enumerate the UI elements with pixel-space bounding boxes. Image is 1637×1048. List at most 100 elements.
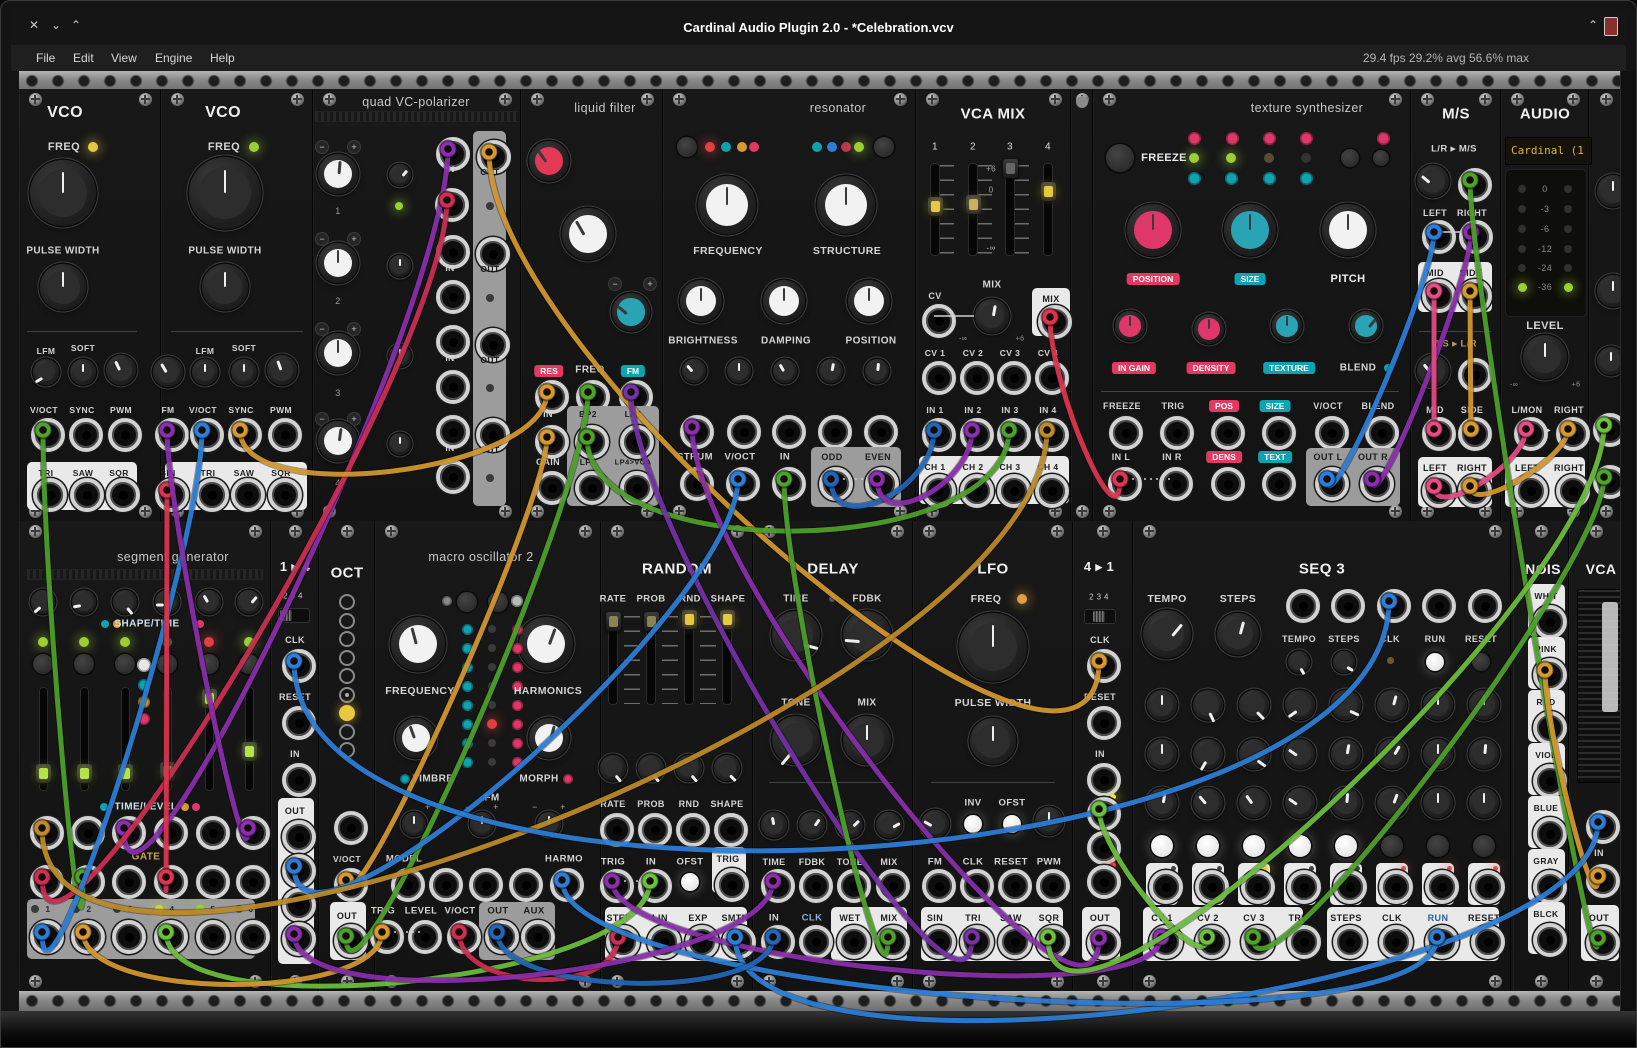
vca-cv-jack[interactable] xyxy=(1586,810,1620,844)
seq3-step-button-3[interactable] xyxy=(1243,835,1265,857)
resonator-cv3-jack[interactable] xyxy=(772,415,806,449)
menu-engine[interactable]: Engine xyxy=(155,51,192,65)
random-rate-jack[interactable] xyxy=(600,813,634,847)
resonator-in-jack[interactable] xyxy=(772,467,806,501)
segen-gate-jack-3[interactable] xyxy=(112,865,146,899)
vco1-voct-jack[interactable] xyxy=(31,418,65,452)
segen-gate-jack-4[interactable] xyxy=(154,865,188,899)
seq3-knob-r2[interactable] xyxy=(1239,739,1269,769)
segen-tl-jack-5[interactable] xyxy=(196,816,230,850)
four1-in3-jack[interactable] xyxy=(1087,831,1121,865)
nois-blue-jack[interactable] xyxy=(1533,817,1567,851)
rack-rail-bottom[interactable] xyxy=(19,991,1621,1011)
segen-slider-3-handle[interactable] xyxy=(118,764,133,783)
oct-step-ring[interactable] xyxy=(339,613,355,629)
lfo-pw-knob[interactable] xyxy=(970,718,1016,764)
vco2-sync-jack[interactable] xyxy=(228,418,262,452)
seq3-run-out-jack[interactable] xyxy=(1425,925,1459,959)
segen-shape-knob-1[interactable] xyxy=(31,590,55,614)
audio-lmon-jack[interactable] xyxy=(1514,417,1548,451)
segen-gate-jack-1[interactable] xyxy=(30,865,64,899)
delay-fdbk-jack[interactable] xyxy=(799,869,833,903)
oct-step-ring[interactable] xyxy=(339,724,355,740)
vcamix-in2-jack[interactable] xyxy=(960,418,994,452)
vco2-soft-knob[interactable] xyxy=(231,359,257,385)
vco2-tri-jack[interactable] xyxy=(195,478,229,512)
macro-harmonics-knob[interactable] xyxy=(519,617,573,671)
one4-out4-jack[interactable] xyxy=(282,922,316,956)
seq3-knob-r2[interactable] xyxy=(1331,739,1361,769)
texture-freeze-button[interactable] xyxy=(1106,144,1134,172)
random-prob-knob[interactable] xyxy=(638,755,664,781)
texture-texture-knob[interactable] xyxy=(1272,311,1302,341)
delay-fdbk-atten[interactable] xyxy=(799,812,825,838)
ms-right2-jack[interactable] xyxy=(1458,474,1492,508)
nois-red-jack[interactable] xyxy=(1533,711,1567,745)
menu-edit[interactable]: Edit xyxy=(73,51,94,65)
lfo-pwm-atten-knob[interactable] xyxy=(1035,807,1063,835)
segen-type-button-4[interactable] xyxy=(157,654,177,674)
quad-cv3-knob[interactable] xyxy=(389,345,411,367)
quad-cv2-knob[interactable] xyxy=(389,255,411,277)
vcamix-fader-1-handle[interactable] xyxy=(928,197,943,216)
seq3-steps-out-jack[interactable] xyxy=(1333,925,1367,959)
delay-tone-atten[interactable] xyxy=(837,812,863,838)
delay-fdbk-knob[interactable] xyxy=(843,611,891,659)
delay-clk-jack[interactable] xyxy=(799,925,833,959)
nois-viol-jack[interactable] xyxy=(1533,764,1567,798)
seq3-step-button-1[interactable] xyxy=(1151,835,1173,857)
segen-tl-jack-6[interactable] xyxy=(236,816,270,850)
vco1-pwm-knob[interactable] xyxy=(106,355,136,385)
nois-gray-jack[interactable] xyxy=(1533,870,1567,904)
quad-in4b-jack[interactable] xyxy=(436,460,470,494)
one4-reset-jack[interactable] xyxy=(282,706,316,740)
seq3-knob-r3[interactable] xyxy=(1423,788,1453,818)
random-shape-jack[interactable] xyxy=(714,813,748,847)
liquid-lp2-jack[interactable] xyxy=(620,425,654,459)
macro-model-jack[interactable] xyxy=(391,868,425,902)
vcamix-in1-jack[interactable] xyxy=(922,418,956,452)
resonator-brightness-knob[interactable] xyxy=(680,280,722,322)
segen-gate-jack-5[interactable] xyxy=(196,865,230,899)
oct-step-ring[interactable] xyxy=(339,742,355,758)
lfo-inv-button[interactable] xyxy=(964,815,982,833)
random-shape-knob[interactable] xyxy=(714,755,740,781)
seq3-reset-out-jack[interactable] xyxy=(1471,925,1505,959)
random-in-jack[interactable] xyxy=(638,869,672,903)
seq3-step-button-4[interactable] xyxy=(1289,835,1311,857)
ms-right-jack[interactable] xyxy=(1459,220,1493,254)
seq3-steps-atten[interactable] xyxy=(1333,651,1355,673)
seq3-knob-r3[interactable] xyxy=(1469,788,1499,818)
seq3-step-button-7[interactable] xyxy=(1427,835,1449,857)
audio-right-jack[interactable] xyxy=(1556,417,1590,451)
texture-position-knob[interactable] xyxy=(1127,204,1179,256)
one4-in-jack[interactable] xyxy=(282,763,316,797)
seq3-knob-r2[interactable] xyxy=(1285,739,1315,769)
segen-out-jack-6[interactable] xyxy=(236,920,270,954)
seq3-knob-r1[interactable] xyxy=(1285,690,1315,720)
seq3-knob-r1[interactable] xyxy=(1331,690,1361,720)
quad-cv1-knob[interactable] xyxy=(389,164,411,186)
seq3-knob-r1[interactable] xyxy=(1147,690,1177,720)
four1-in2-jack[interactable] xyxy=(1087,797,1121,831)
resonator-structure-knob[interactable] xyxy=(817,176,875,234)
four1-channel-switch[interactable] xyxy=(1084,609,1116,624)
resonator-even-jack[interactable] xyxy=(865,467,899,501)
ms-encode-knob[interactable] xyxy=(1417,165,1449,197)
resonator-atten1-knob[interactable] xyxy=(682,359,706,383)
lfo-reset-jack[interactable] xyxy=(998,869,1032,903)
random-prob-fader-handle[interactable] xyxy=(644,612,659,631)
macro-fm-jack[interactable] xyxy=(469,868,503,902)
seq3-knob-r3[interactable] xyxy=(1331,788,1361,818)
menu-file[interactable]: File xyxy=(36,51,55,65)
vcamix-mix-knob[interactable] xyxy=(975,299,1009,333)
resonator-atten2-knob[interactable] xyxy=(727,359,751,383)
quad-gain1-knob[interactable] xyxy=(318,154,358,194)
oct-out-jack[interactable] xyxy=(334,924,368,958)
vco2-lfm-knob[interactable] xyxy=(192,359,218,385)
lfo-sqr-jack[interactable] xyxy=(1036,925,1070,959)
audio-left-in-jack[interactable] xyxy=(1514,474,1548,508)
seq3-run-jack[interactable] xyxy=(1422,589,1456,623)
lfo-freq-knob[interactable] xyxy=(959,613,1027,681)
macro-morph-atten-knob[interactable] xyxy=(537,812,561,836)
